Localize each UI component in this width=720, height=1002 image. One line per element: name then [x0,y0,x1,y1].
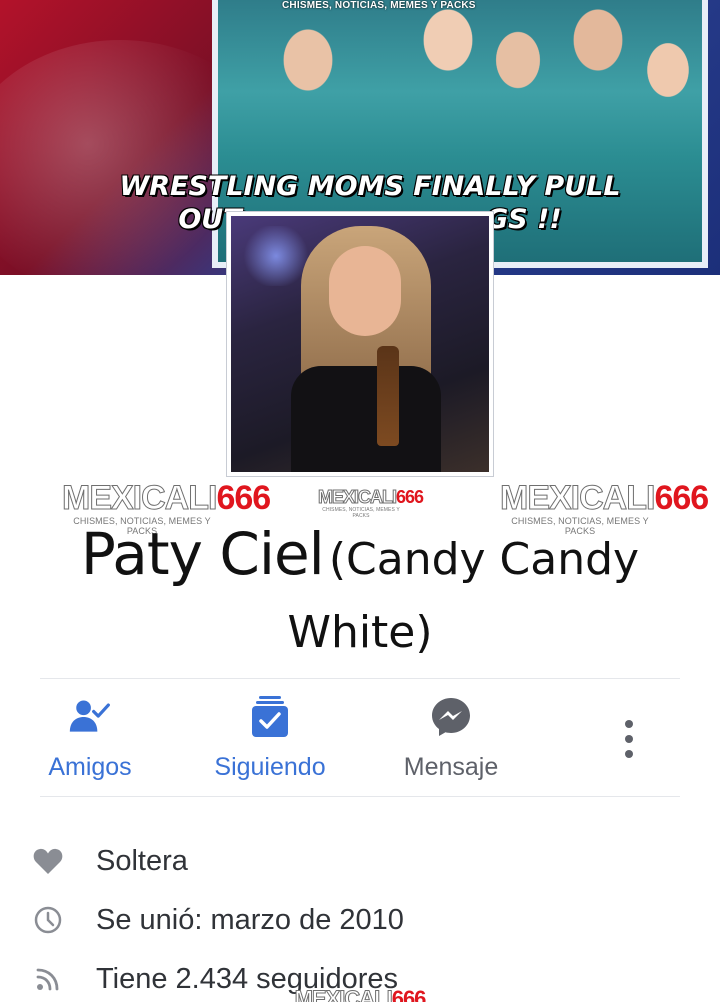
watermark-logo-number: 666 [391,986,427,1002]
more-options-icon[interactable] [614,717,644,761]
watermark-logo-center: MEXICALI666 CHISMES, NOTICIAS, MEMES Y P… [317,487,424,520]
following-button-label: Siguiendo [214,753,326,781]
watermark-logo-bottom: MEXICALI666 [280,986,440,1002]
friends-button[interactable]: Amigos [40,679,140,797]
following-button[interactable]: Siguiendo [205,679,335,797]
profile-picture-face [329,246,401,336]
friends-button-label: Amigos [48,753,132,781]
friends-check-icon [68,696,112,738]
profile-picture-outfit [291,366,441,472]
watermark-logo-tagline: CHISMES, NOTICIAS, MEMES Y PACKS [322,507,400,519]
cover-watermark-text: CHISMES, NOTICIAS, MEMES Y PACKS [282,0,476,11]
messenger-icon [429,696,473,738]
watermark-logo-word: MEXICALI [317,487,397,507]
profile-picture-bottle [377,346,399,446]
clock-icon [32,904,64,936]
cover-headline-line-1: WRESTLING MOMS FINALLY PULL [119,171,621,202]
cover-people-image [218,0,702,160]
watermark-logo-number: 666 [654,479,709,517]
profile-picture-image [231,216,489,472]
about-joined-text: Se unió: marzo de 2010 [96,903,404,936]
watermark-logo-word: MEXICALI [499,479,655,517]
profile-action-bar: Amigos Siguiendo Mensaje [40,678,680,797]
watermark-logo-number: 666 [396,487,424,507]
message-button[interactable]: Mensaje [395,679,507,797]
profile-picture-light [241,226,311,286]
message-button-label: Mensaje [403,753,499,781]
profile-picture[interactable] [226,211,494,477]
watermark-logo-word: MEXICALI [294,986,393,1002]
about-joined-row: Se unió: marzo de 2010 [32,898,692,942]
rss-icon [32,963,64,995]
heart-icon [32,845,64,877]
following-check-icon [248,696,292,738]
watermark-logo-number: 666 [216,479,271,517]
profile-alternate-name: (Candy Candy White) [287,534,640,658]
profile-name: Paty Ciel (Candy Candy White) [40,522,680,674]
watermark-logo-word: MEXICALI [61,479,217,517]
profile-display-name: Paty Ciel [80,520,325,588]
about-relationship-row: Soltera [32,839,692,883]
about-relationship-text: Soltera [96,844,188,877]
